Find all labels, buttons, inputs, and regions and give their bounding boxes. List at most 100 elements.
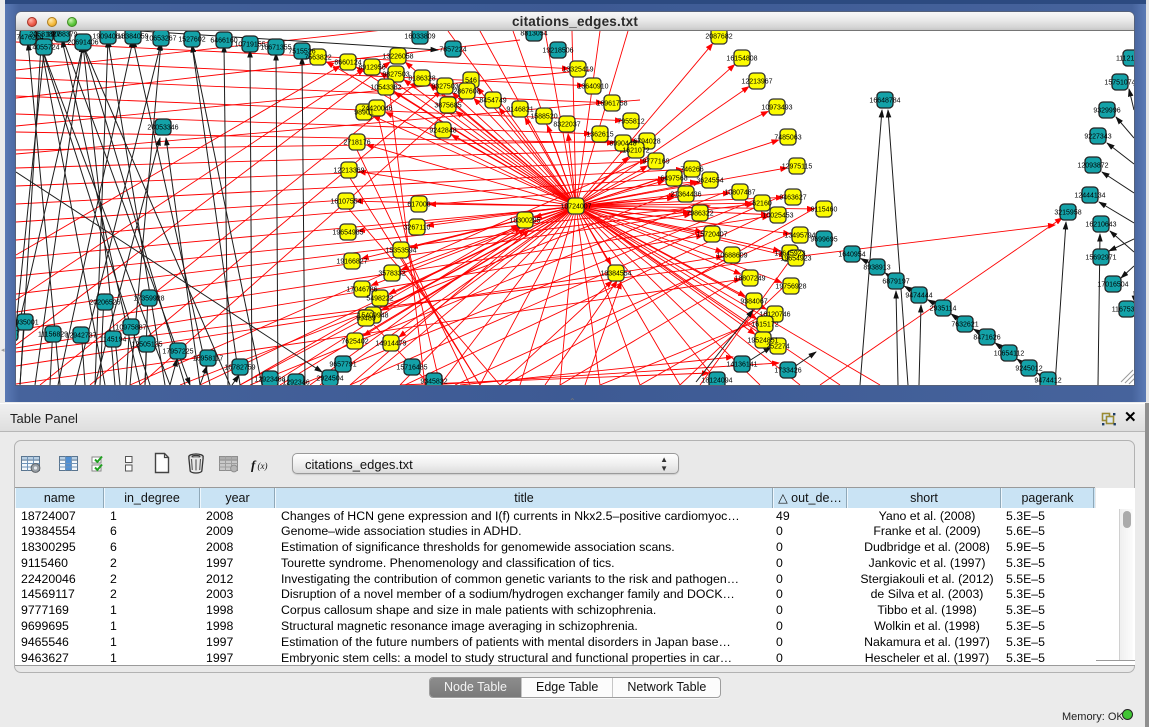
svg-text:9115460: 9115460: [811, 207, 838, 214]
svg-text:6879197: 6879197: [882, 279, 909, 286]
svg-text:15692971: 15692971: [1085, 255, 1116, 262]
svg-text:5498222: 5498222: [366, 296, 393, 303]
svg-text:10025453: 10025453: [762, 213, 793, 220]
svg-text:3578332: 3578332: [378, 271, 405, 278]
svg-text:1292346: 1292346: [282, 380, 309, 386]
svg-text:13226058: 13226058: [382, 54, 413, 61]
svg-text:1615172: 1615172: [751, 322, 778, 329]
svg-text:15720407: 15720407: [696, 232, 727, 239]
svg-text:19654985: 19654985: [332, 230, 363, 237]
svg-text:8813054: 8813054: [520, 31, 547, 38]
svg-text:2087682: 2087682: [705, 34, 732, 41]
svg-text:12923468: 12923468: [254, 377, 285, 384]
svg-text:7986322: 7986322: [686, 211, 713, 218]
svg-text:20206526: 20206526: [89, 300, 120, 307]
svg-text:9146821: 9146821: [506, 107, 533, 114]
svg-text:7625402: 7625402: [341, 339, 368, 346]
svg-text:19654923: 19654923: [780, 256, 811, 263]
svg-text:9384067: 9384067: [740, 299, 767, 306]
svg-text:7857224: 7857224: [439, 47, 466, 54]
svg-text:546: 546: [465, 78, 477, 85]
svg-text:1527602: 1527602: [178, 37, 205, 44]
svg-text:20691406: 20691406: [67, 40, 98, 47]
svg-text:f: f: [251, 458, 257, 473]
svg-text:39157: 39157: [16, 331, 20, 338]
svg-text:10975887: 10975887: [115, 325, 146, 332]
svg-text:11121567: 11121567: [1116, 56, 1134, 63]
svg-text:12093872: 12093872: [1077, 163, 1108, 170]
svg-text:617006: 617006: [407, 202, 430, 209]
svg-text:9329996: 9329996: [1093, 108, 1120, 115]
svg-text:9474412: 9474412: [1034, 378, 1061, 385]
svg-text:11675304: 11675304: [1112, 307, 1134, 314]
svg-text:17359928: 17359928: [133, 296, 164, 303]
svg-text:18300295: 18300295: [509, 218, 540, 225]
svg-text:12975115: 12975115: [782, 164, 813, 171]
svg-text:8938913: 8938913: [863, 265, 890, 272]
svg-text:19384554: 19384554: [600, 271, 631, 278]
svg-text:9657791: 9657791: [329, 362, 356, 369]
svg-text:10543382: 10543382: [370, 85, 401, 92]
svg-text:8471626: 8471626: [973, 335, 1000, 342]
svg-text:16961758: 16961758: [596, 101, 627, 108]
svg-text:12505135: 12505135: [131, 342, 162, 349]
svg-text:8322037: 8322037: [553, 122, 580, 129]
svg-text:12444134: 12444134: [1074, 193, 1105, 200]
svg-text:7563822: 7563822: [304, 55, 331, 62]
svg-text:19166827: 19166827: [336, 259, 367, 266]
svg-text:13325419: 13325419: [562, 67, 593, 74]
svg-text:8186328: 8186328: [408, 76, 435, 83]
svg-text:9777169: 9777169: [642, 159, 669, 166]
svg-text:16210643: 16210643: [1085, 222, 1116, 229]
svg-text:21364436: 21364436: [670, 192, 701, 199]
svg-text:2718176: 2718176: [343, 140, 370, 147]
svg-text:11156829: 11156829: [38, 332, 68, 339]
svg-text:9463627: 9463627: [779, 195, 806, 202]
svg-text:7485063: 7485063: [774, 135, 801, 142]
svg-text:14914479: 14914479: [375, 341, 406, 348]
svg-text:1145194: 1145194: [100, 337, 127, 344]
svg-text:20053346: 20053346: [147, 125, 178, 132]
svg-text:9242848: 9242848: [429, 128, 456, 135]
svg-text:1640954: 1640954: [838, 252, 865, 259]
svg-text:7632621: 7632621: [951, 322, 978, 329]
svg-text:14055724: 14055724: [28, 45, 59, 52]
svg-text:18724007: 18724007: [560, 204, 591, 211]
svg-text:15751074: 15751074: [1104, 80, 1134, 87]
svg-text:10654112: 10654112: [994, 351, 1025, 358]
svg-text:1588520: 1588520: [530, 114, 557, 121]
svg-text:13640910: 13640910: [577, 84, 608, 91]
svg-text:15716485: 15716485: [396, 365, 427, 372]
svg-text:10653267: 10653267: [145, 36, 176, 43]
svg-text:17046786: 17046786: [346, 287, 377, 294]
svg-text:252274: 252274: [766, 344, 789, 351]
svg-text:1621072: 1621072: [622, 148, 649, 155]
svg-text:10807487: 10807487: [724, 190, 755, 197]
svg-text:9227343: 9227343: [1084, 134, 1111, 141]
svg-text:16120746: 16120746: [759, 312, 790, 319]
svg-text:3875685: 3875685: [434, 103, 461, 110]
svg-text:17957225: 17957225: [162, 349, 193, 356]
svg-text:16154808: 16154808: [726, 56, 757, 63]
svg-text:19218506: 19218506: [542, 48, 573, 55]
svg-text:746266: 746266: [680, 167, 703, 174]
svg-text:13495794: 13495794: [784, 233, 815, 240]
svg-text:18807249: 18807249: [734, 276, 765, 283]
svg-text:9935001: 9935001: [16, 320, 39, 327]
svg-text:7955812: 7955812: [617, 119, 644, 126]
svg-text:9345832: 9345832: [420, 379, 447, 386]
svg-text:16648784: 16648784: [869, 98, 900, 105]
svg-text:19756928: 19756928: [775, 284, 806, 291]
svg-text:16033809: 16033809: [404, 34, 435, 41]
svg-text:2924504: 2924504: [316, 376, 343, 383]
svg-text:1733426: 1733426: [774, 368, 801, 375]
svg-text:24420046: 24420046: [361, 106, 392, 113]
svg-text:19088379: 19088379: [46, 32, 77, 39]
svg-text:3267110: 3267110: [404, 225, 431, 232]
svg-text:12213967: 12213967: [741, 79, 772, 86]
svg-text:12213369: 12213369: [333, 168, 364, 175]
svg-text:8912956: 8912956: [358, 65, 385, 72]
svg-text:62160: 62160: [752, 201, 772, 208]
svg-text:18384059: 18384059: [117, 34, 148, 41]
svg-text:3624554: 3624554: [696, 178, 723, 185]
